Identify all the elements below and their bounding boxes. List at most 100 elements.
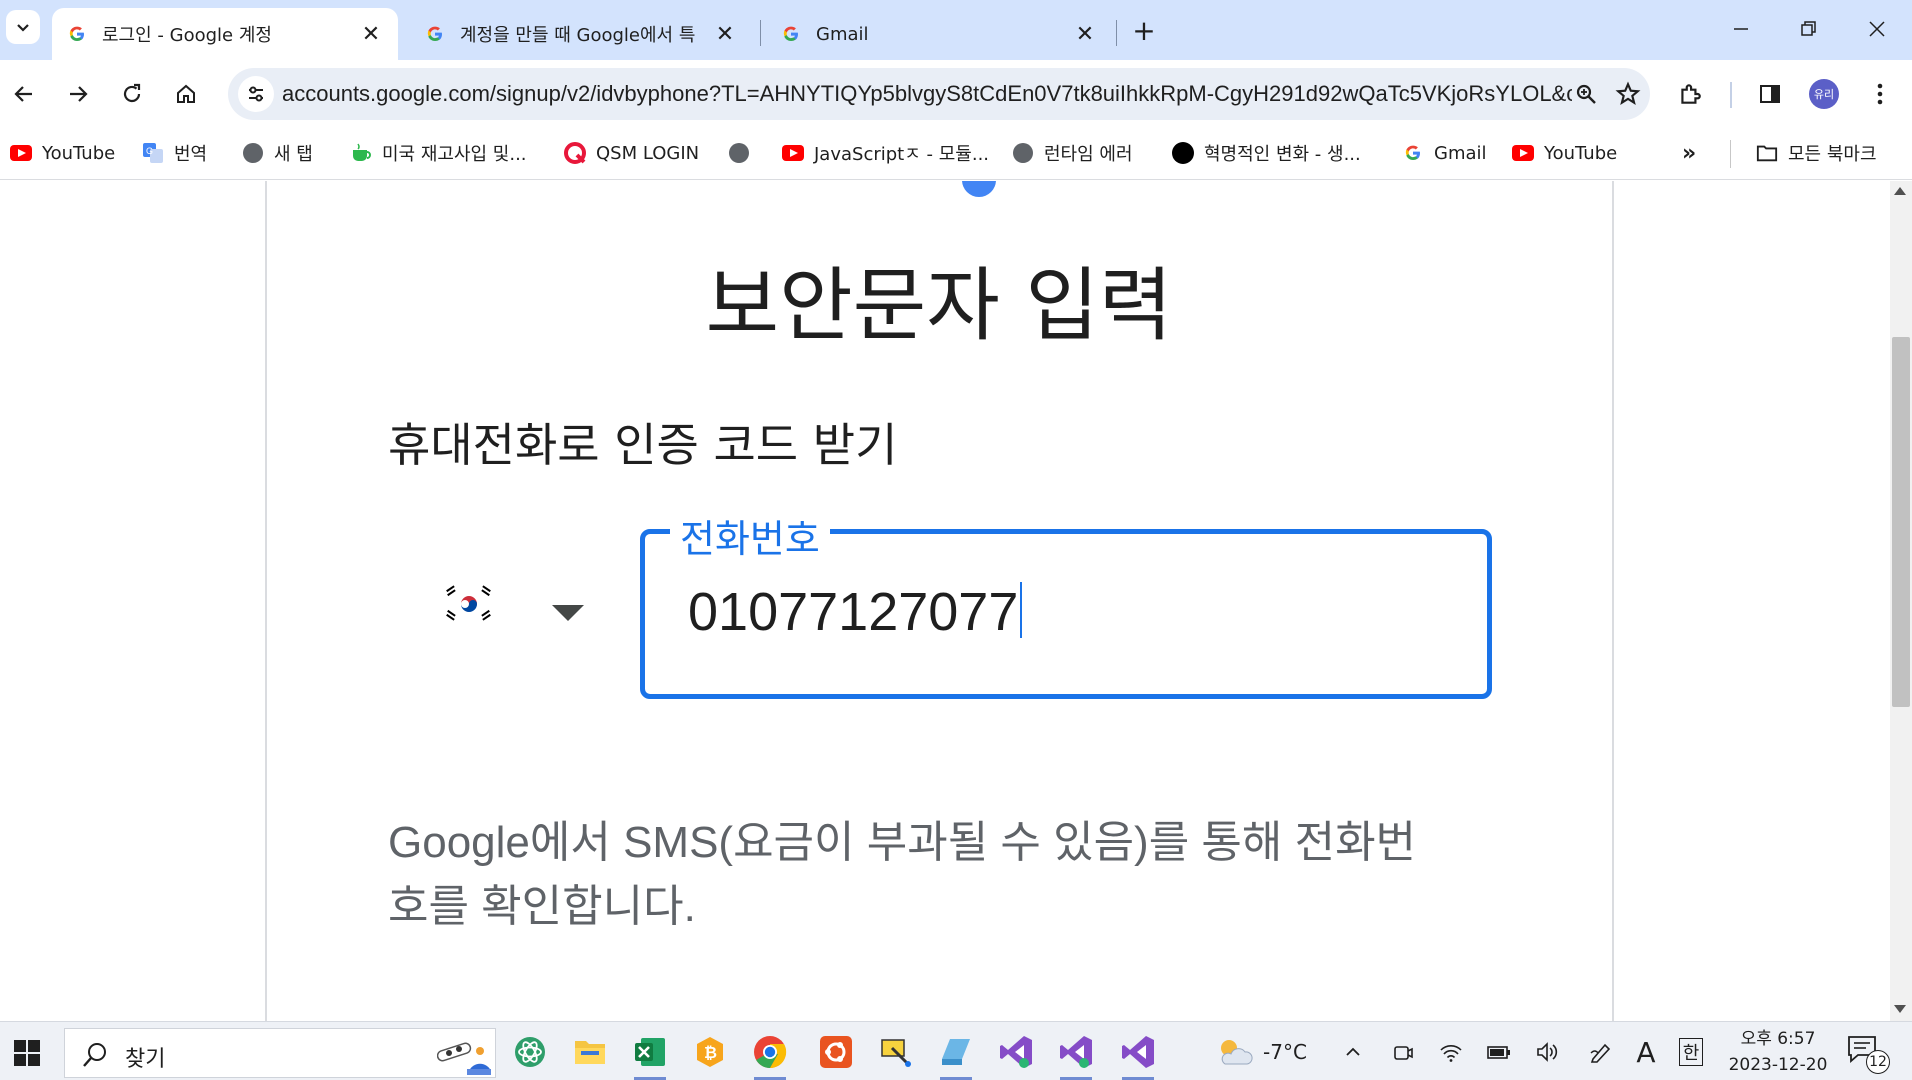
notification-count-badge: 12 — [1866, 1050, 1890, 1074]
back-button[interactable] — [4, 74, 44, 114]
close-icon[interactable]: ✕ — [712, 21, 738, 47]
close-icon[interactable]: ✕ — [358, 21, 384, 47]
country-flag-icon[interactable] — [440, 583, 498, 625]
google-icon — [1402, 142, 1424, 164]
progress-indicator — [962, 181, 996, 197]
reload-button[interactable] — [112, 74, 152, 114]
bookmark-label: JavaScriptㅈ - 모듈... — [814, 144, 990, 165]
page-content: 보안문자 입력 휴대전화로 인증 코드 받기 전화번호 01077127077 … — [0, 181, 1890, 1021]
windows-start-button[interactable] — [14, 1040, 40, 1066]
taskbar-chrome[interactable] — [748, 1030, 792, 1080]
bookmark-label: YouTube — [42, 142, 116, 164]
globe-icon — [728, 142, 750, 164]
taskbar-clock[interactable]: 오후 6:57 2023-12-20 — [1722, 1026, 1834, 1078]
taskbar-atom-app[interactable] — [508, 1030, 552, 1074]
sms-info-text: Google에서 SMS(요금이 부과될 수 있음)를 통해 전화번 호를 확인… — [388, 811, 1498, 939]
tray-volume-button[interactable] — [1530, 1036, 1564, 1068]
close-icon[interactable]: ✕ — [1072, 21, 1098, 47]
country-dropdown-caret-icon[interactable] — [552, 605, 584, 621]
all-bookmarks-button[interactable]: 모든 북마크 — [1756, 136, 1877, 170]
bookmark-youtube[interactable]: YouTube — [10, 136, 115, 170]
tray-wifi-button[interactable] — [1434, 1036, 1468, 1068]
weather-cloud-sun-icon — [1221, 1040, 1253, 1065]
bookmark-label: 새 탭 — [274, 144, 313, 165]
reload-icon — [123, 83, 141, 103]
taskbar-notepad-app[interactable] — [934, 1030, 978, 1080]
new-tab-button[interactable]: + — [1128, 14, 1160, 47]
tray-pen-button[interactable] — [1584, 1036, 1618, 1068]
minimize-button[interactable] — [1718, 8, 1764, 50]
weather-widget[interactable]: -7°C — [1206, 1036, 1316, 1068]
address-bar[interactable]: accounts.google.com/signup/v2/idvbyphone… — [228, 68, 1650, 120]
profile-button[interactable]: 유리 — [1804, 74, 1844, 114]
phone-number-input[interactable]: 01077127077 — [688, 581, 1023, 643]
phone-number-value: 01077127077 — [688, 582, 1019, 642]
tab-signin[interactable]: 로그인 - Google 계정 ✕ — [52, 8, 398, 60]
zoom-button[interactable] — [1572, 80, 1600, 108]
restore-button[interactable] — [1786, 8, 1832, 50]
tab-gmail[interactable]: Gmail ✕ — [766, 8, 1112, 60]
taskbar-visual-studio-3[interactable] — [1116, 1030, 1160, 1080]
visual-studio-icon — [1000, 1036, 1032, 1068]
bookmark-runtime-error[interactable]: 런타임 에러 — [1012, 136, 1133, 170]
site-info-button[interactable] — [238, 76, 274, 112]
snipping-tool-icon — [881, 1039, 911, 1067]
tray-battery-button[interactable] — [1482, 1036, 1516, 1068]
taskbar-search-box[interactable]: 찾기 — [64, 1028, 496, 1078]
bookmark-label: QSM LOGIN — [596, 142, 700, 164]
page-title: 보안문자 입력 — [705, 259, 1173, 352]
bookmark-youtube-2[interactable]: YouTube — [1512, 136, 1617, 170]
tab-search-button[interactable] — [6, 10, 40, 44]
text-cursor — [1020, 582, 1023, 638]
input-mode-indicator[interactable]: A — [1630, 1036, 1662, 1069]
taskbar-excel[interactable] — [628, 1030, 672, 1080]
tray-camera-button[interactable] — [1386, 1036, 1420, 1068]
chrome-icon — [754, 1036, 787, 1069]
chevron-up-icon — [1346, 1047, 1360, 1056]
home-button[interactable] — [166, 74, 206, 114]
bookmark-star-button[interactable] — [1614, 80, 1642, 108]
clock-date: 2023-12-20 — [1728, 1055, 1828, 1075]
sms-info-line: 호를 확인합니다. — [388, 882, 696, 931]
camera-icon — [1394, 1046, 1413, 1060]
side-panel-icon — [1760, 85, 1780, 103]
bookmark-revolutionary-change[interactable]: 혁명적인 변화 - 생... — [1172, 136, 1361, 170]
google-icon — [424, 23, 446, 45]
close-window-button[interactable] — [1854, 8, 1900, 50]
notepad-icon — [942, 1039, 970, 1065]
scroll-down-arrow-icon[interactable] — [1894, 1005, 1906, 1013]
url-text[interactable]: accounts.google.com/signup/v2/idvbyphone… — [282, 81, 1572, 107]
bookmark-javascript-modules[interactable]: JavaScriptㅈ - 모듈... — [782, 136, 989, 170]
tab-account-help[interactable]: 계정을 만들 때 Google에서 특 ✕ — [410, 8, 752, 60]
bookmark-qsm-login[interactable]: QSM LOGIN — [564, 136, 699, 170]
extensions-button[interactable] — [1670, 74, 1710, 114]
phone-number-label: 전화번호 — [670, 508, 830, 563]
clock-time: 오후 6:57 — [1740, 1029, 1816, 1049]
taskbar-bitcoin-app[interactable]: ₿ — [688, 1030, 732, 1074]
taskbar-visual-studio-2[interactable] — [1054, 1030, 1098, 1080]
taskbar-file-explorer[interactable] — [568, 1030, 612, 1074]
arrow-right-icon — [70, 86, 88, 102]
taskbar-snip-tool[interactable] — [874, 1030, 918, 1074]
bookmark-new-tab[interactable]: 새 탭 — [242, 136, 313, 170]
forward-button[interactable] — [58, 74, 98, 114]
bookmark-globe[interactable] — [728, 136, 760, 170]
bookmark-gmail[interactable]: Gmail — [1402, 136, 1487, 170]
speaker-icon — [1537, 1042, 1558, 1062]
side-panel-button[interactable] — [1750, 74, 1790, 114]
tray-overflow-button[interactable] — [1336, 1036, 1370, 1068]
scrollbar-thumb[interactable] — [1892, 337, 1910, 707]
bookmarks-overflow-button[interactable]: » — [1682, 136, 1696, 170]
bookmark-us-inventory[interactable]: 미국 재고사입 및... — [350, 136, 527, 170]
taskbar-visual-studio-1[interactable] — [994, 1030, 1038, 1074]
bookmark-translate[interactable]: G 번역 — [142, 136, 207, 170]
page-scrollbar[interactable] — [1890, 181, 1912, 1021]
ime-language-label: 한 — [1678, 1038, 1704, 1066]
youtube-icon — [10, 142, 32, 164]
scroll-up-arrow-icon[interactable] — [1894, 187, 1906, 195]
ime-language-button[interactable]: 한 — [1674, 1036, 1708, 1068]
chrome-menu-button[interactable] — [1860, 74, 1900, 114]
taskbar-ubuntu[interactable] — [814, 1030, 858, 1074]
tab-title: Gmail — [816, 23, 869, 45]
youtube-icon — [1512, 142, 1534, 164]
